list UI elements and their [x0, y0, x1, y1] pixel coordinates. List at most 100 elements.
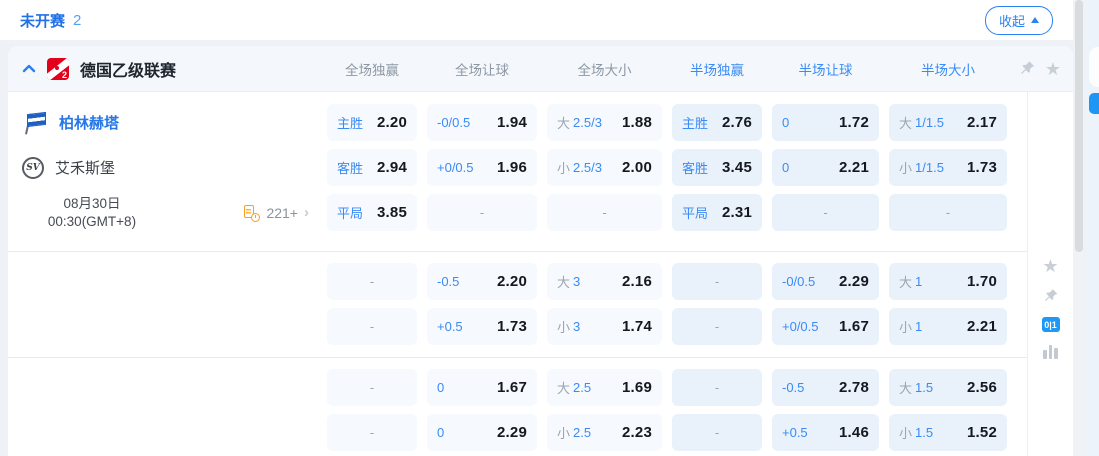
odds-cell[interactable]: 小1.51.52: [889, 414, 1007, 451]
odds-cell[interactable]: 客胜3.45: [672, 149, 762, 186]
chevron-right-icon: ›: [304, 204, 309, 221]
more-markets-link[interactable]: 221+ ›: [244, 204, 317, 221]
odds-cell-empty[interactable]: -: [427, 194, 537, 231]
odds-cell[interactable]: 02.29: [427, 414, 537, 451]
odds-value: 2.31: [722, 204, 752, 221]
odds-cell[interactable]: 主胜2.76: [672, 104, 762, 141]
odds-cell-empty[interactable]: -: [672, 308, 762, 345]
match-date-time: 00:30(GMT+8): [16, 213, 168, 231]
odds-cell[interactable]: -0.52.20: [427, 263, 537, 300]
odds-cell[interactable]: 大2.5/31.88: [547, 104, 662, 141]
collapse-button[interactable]: 收起: [985, 6, 1053, 35]
odds-label: 平局: [337, 203, 363, 222]
star-icon[interactable]: ★: [1045, 60, 1061, 78]
line-prefix: 小: [557, 317, 570, 336]
empty-name-slot: [16, 259, 317, 304]
odds-cell[interactable]: 大32.16: [547, 263, 662, 300]
odds-block-line3: - 01.67 大2.51.69 - -0.52.78 大1.52.56 - 0…: [8, 357, 1027, 456]
column-header-ht-handicap[interactable]: 半场让球: [772, 59, 879, 79]
odds-cell[interactable]: 平局2.31: [672, 194, 762, 231]
odds-cell[interactable]: +0.51.46: [772, 414, 879, 451]
odds-cell-empty[interactable]: -: [672, 369, 762, 406]
odds-cell[interactable]: 01.67: [427, 369, 537, 406]
odds-row: - -0.52.20 大32.16 - -0/0.52.29 大11.70: [8, 259, 1027, 304]
odds-cell[interactable]: 客胜2.94: [327, 149, 417, 186]
league-header-grid: 2 德国乙级联赛 全场独赢 全场让球 全场大小 半场独赢 半场让球 半场大小: [8, 57, 1007, 81]
odds-cell[interactable]: 小1/1.51.73: [889, 149, 1007, 186]
away-team-name: 艾禾斯堡: [55, 157, 115, 178]
line-prefix: 大: [557, 378, 570, 397]
odds-value: 1.74: [622, 318, 652, 335]
odds-value: 2.00: [622, 159, 652, 176]
odds-label: 客胜: [682, 158, 708, 177]
odds-cell[interactable]: +0.51.73: [427, 308, 537, 345]
odds-cell[interactable]: -0.52.78: [772, 369, 879, 406]
odds-cell[interactable]: 小31.74: [547, 308, 662, 345]
odds-cell-empty[interactable]: -: [889, 194, 1007, 231]
odds-cell[interactable]: 小12.21: [889, 308, 1007, 345]
chevron-up-icon[interactable]: [22, 64, 36, 73]
right-panel-blue-tab[interactable]: [1089, 93, 1099, 114]
section-topbar: 未开赛 2 收起: [0, 0, 1073, 40]
odds-cell[interactable]: 平局3.85: [327, 194, 417, 231]
odds-cell[interactable]: 大11.70: [889, 263, 1007, 300]
home-team[interactable]: 柏林赫塔: [16, 100, 317, 145]
odds-cell-empty[interactable]: -: [672, 414, 762, 451]
odds-cell[interactable]: 小2.5/32.00: [547, 149, 662, 186]
line-prefix: 小: [899, 158, 912, 177]
odds-cell-empty[interactable]: -: [772, 194, 879, 231]
odds-cell-empty[interactable]: -: [327, 263, 417, 300]
stats-bars-icon[interactable]: [1043, 345, 1058, 359]
odds-label: 0: [782, 160, 789, 175]
odds-label: 1/1.5: [915, 160, 944, 175]
markets-doc-clock-icon: [244, 205, 260, 221]
odds-row-draw: 08月30日 00:30(GMT+8) 221+ › 平局3.85: [8, 190, 1027, 235]
scrollbar-thumb[interactable]: [1075, 0, 1083, 252]
league-header: 2 德国乙级联赛 全场独赢 全场让球 全场大小 半场独赢 半场让球 半场大小 ★: [8, 46, 1073, 92]
odds-cell[interactable]: 大2.51.69: [547, 369, 662, 406]
odds-format-badge[interactable]: 0|1: [1042, 317, 1060, 332]
odds-cell-empty[interactable]: -: [547, 194, 662, 231]
odds-cell[interactable]: +0/0.51.67: [772, 308, 879, 345]
odds-value: 2.20: [497, 273, 527, 290]
favorite-star-icon[interactable]: ★: [1042, 257, 1058, 275]
odds-label: 1.5: [915, 380, 933, 395]
line-prefix: 小: [899, 423, 912, 442]
odds-cell[interactable]: 大1/1.52.17: [889, 104, 1007, 141]
odds-cell-empty[interactable]: -: [327, 414, 417, 451]
odds-value: 1.94: [497, 114, 527, 131]
odds-value: 2.20: [377, 114, 407, 131]
odds-cell[interactable]: 02.21: [772, 149, 879, 186]
odds-value: 2.23: [622, 424, 652, 441]
league-logo-number: 2: [62, 70, 67, 80]
odds-cell[interactable]: 主胜2.20: [327, 104, 417, 141]
no-odds-dash: -: [946, 205, 950, 220]
odds-cell[interactable]: 小2.52.23: [547, 414, 662, 451]
column-header-ft-ou: 全场大小: [547, 59, 662, 79]
odds-label: -0/0.5: [437, 115, 470, 130]
no-odds-dash: -: [715, 319, 719, 334]
odds-cell[interactable]: -0/0.52.29: [772, 263, 879, 300]
main-column: 未开赛 2 收起 2: [0, 0, 1073, 456]
pin-icon[interactable]: [1043, 288, 1059, 304]
odds-label: -0.5: [782, 380, 804, 395]
away-team[interactable]: SV 艾禾斯堡: [16, 145, 317, 190]
odds-cell[interactable]: 大1.52.56: [889, 369, 1007, 406]
odds-row-home: 柏林赫塔 主胜2.20 -0/0.5 1.94 大2.5/31.88 主胜2.76…: [8, 100, 1027, 145]
no-odds-dash: -: [370, 380, 374, 395]
no-odds-dash: -: [715, 425, 719, 440]
odds-cell-empty[interactable]: -: [327, 369, 417, 406]
odds-cell-empty[interactable]: -: [672, 263, 762, 300]
odds-cell[interactable]: +0/0.51.96: [427, 149, 537, 186]
odds-cell[interactable]: 01.72: [772, 104, 879, 141]
odds-label: 0: [782, 115, 789, 130]
odds-cell[interactable]: -0/0.5 1.94: [427, 104, 537, 141]
pin-icon[interactable]: [1019, 60, 1036, 77]
no-odds-dash: -: [370, 425, 374, 440]
section-title: 未开赛: [20, 10, 65, 31]
no-odds-dash: -: [480, 205, 484, 220]
odds-value: 1.96: [497, 159, 527, 176]
odds-cell-empty[interactable]: -: [327, 308, 417, 345]
column-header-ht-ou[interactable]: 半场大小: [889, 59, 1007, 79]
column-header-ht-1x2[interactable]: 半场独赢: [672, 59, 762, 79]
